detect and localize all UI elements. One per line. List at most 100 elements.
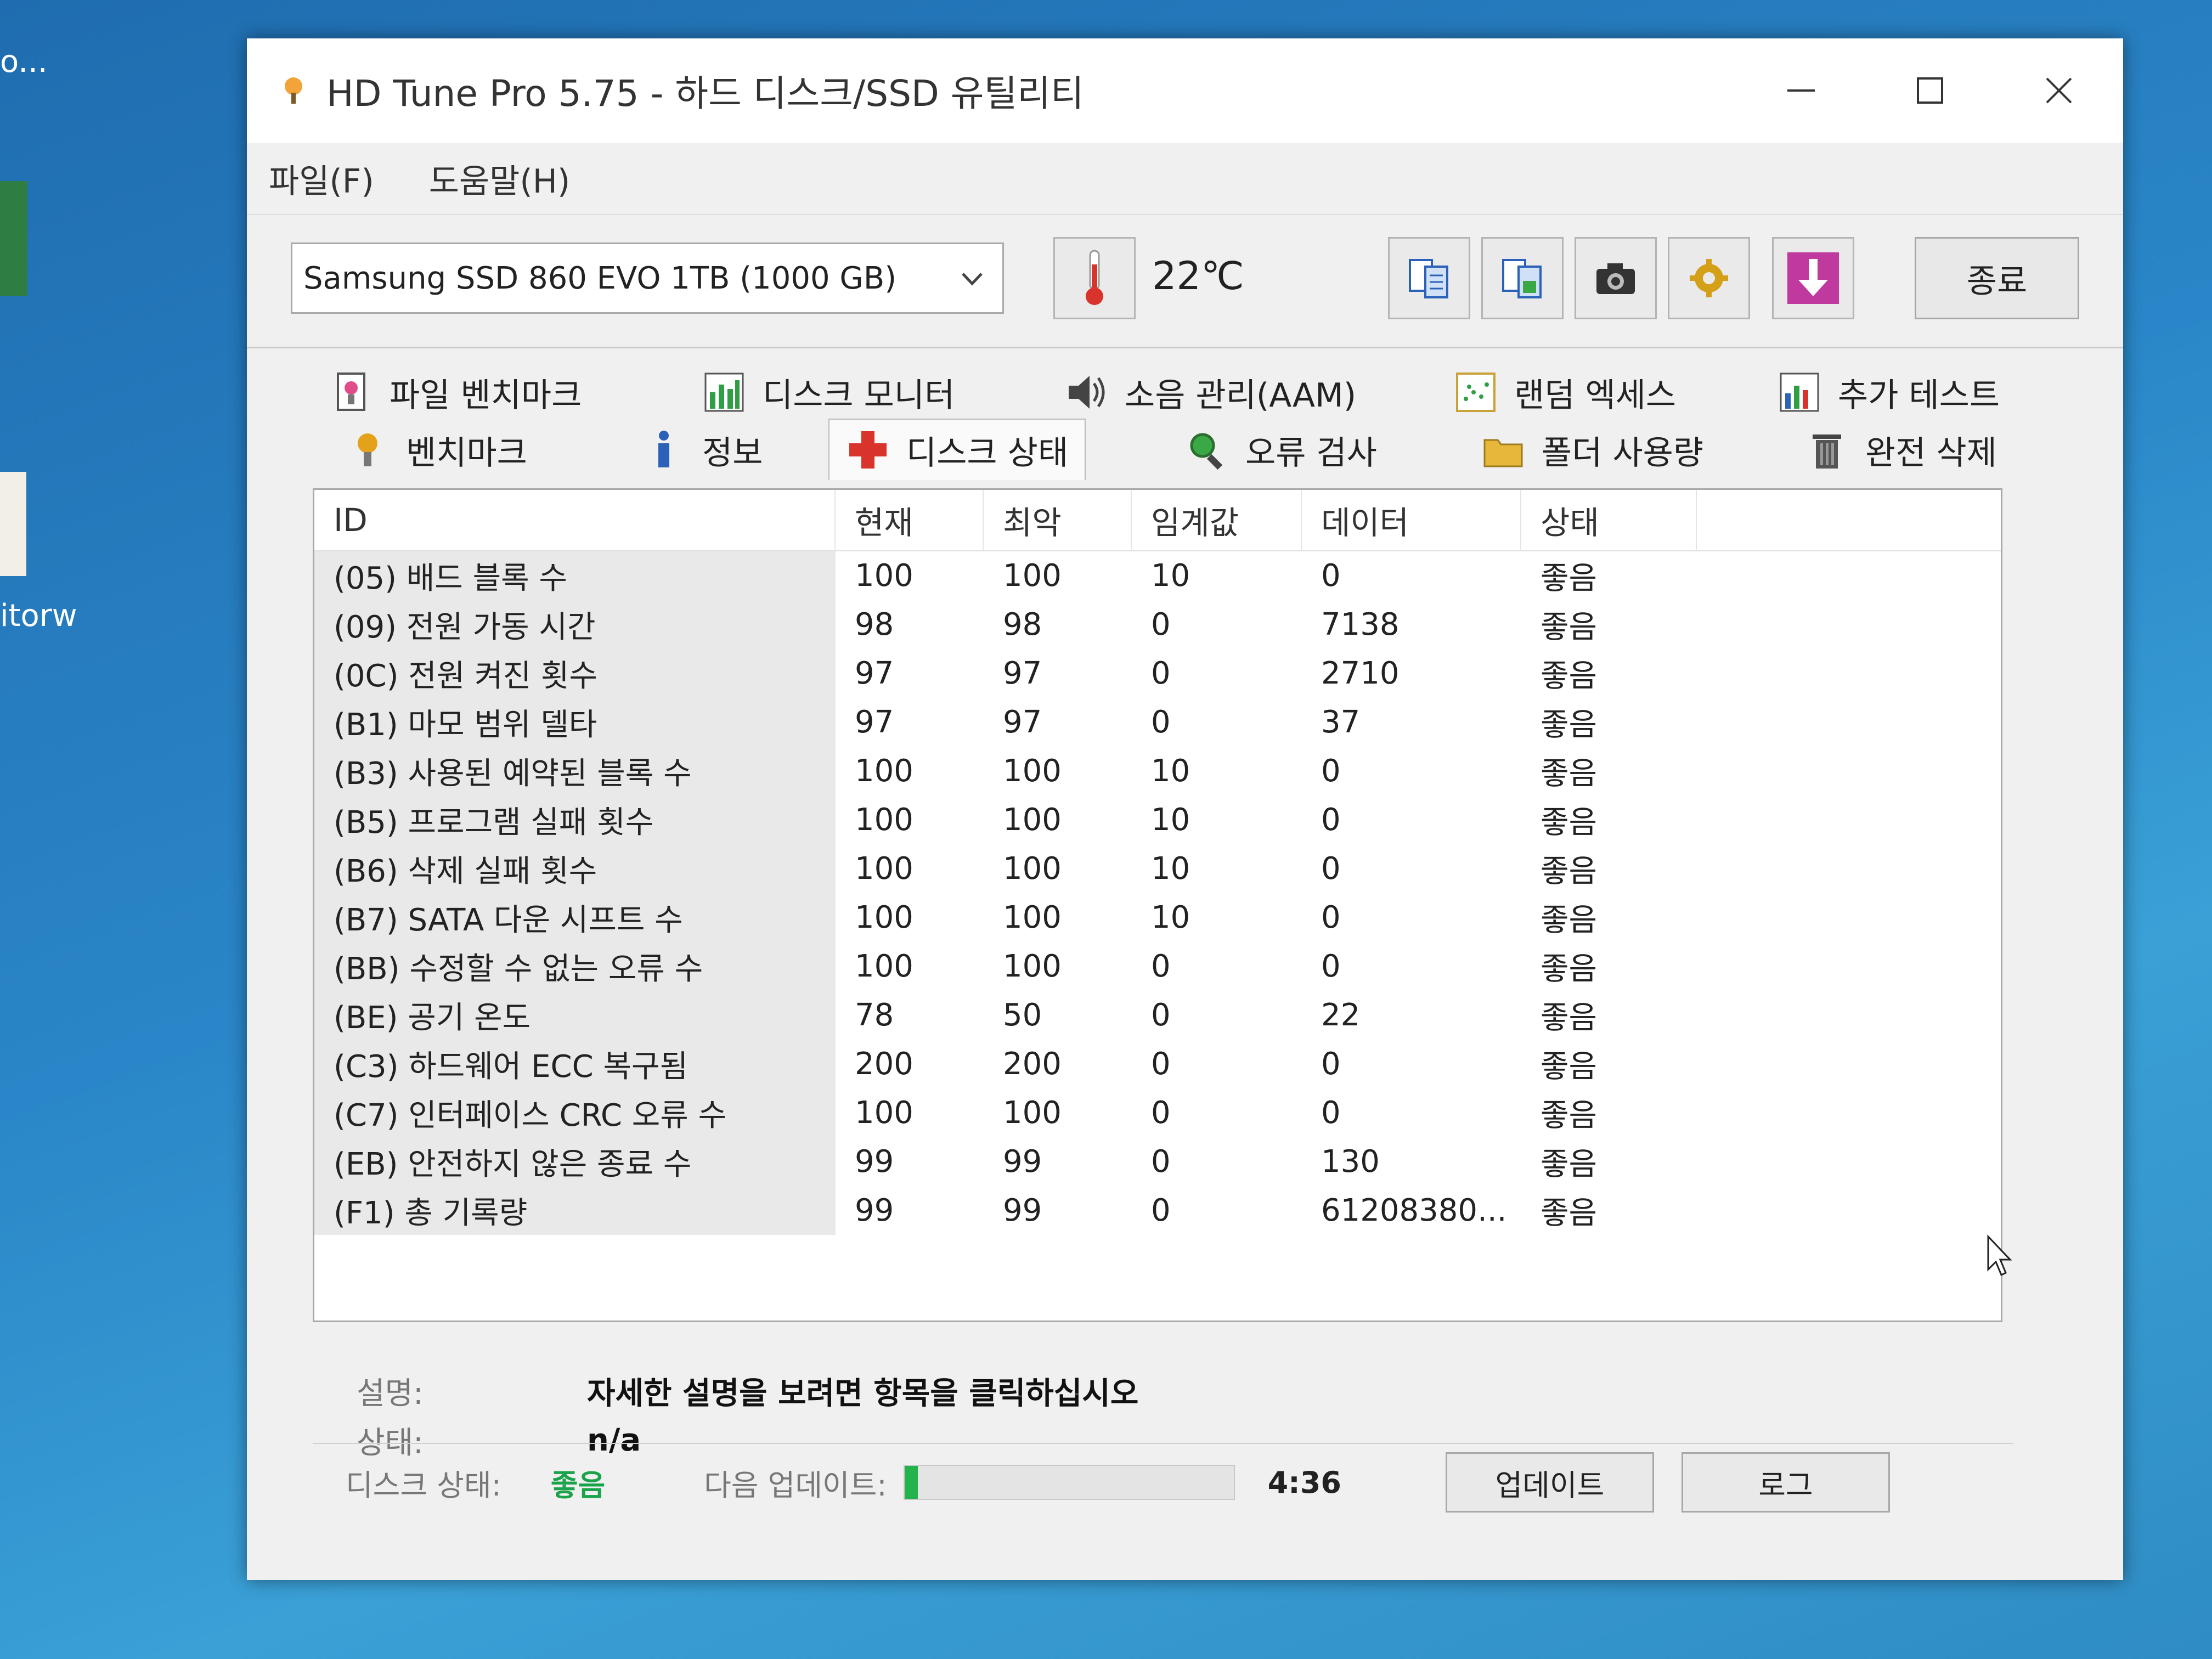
- cell-id: (C7) 인터페이스 CRC 오류 수: [314, 1088, 836, 1137]
- table-row[interactable]: (BB) 수정할 수 없는 오류 수 100 100 0 0 좋음: [314, 942, 2001, 991]
- health-panel: ID 현재 최악 임계값 데이터 상태 (05) 배드 블록 수 100 100 10…: [313, 488, 2068, 1520]
- table-row[interactable]: (09) 전원 가동 시간 98 98 0 7138 좋음: [314, 600, 2001, 649]
- cell-status: 좋음: [1541, 561, 1598, 596]
- col-current[interactable]: 현재: [836, 490, 984, 550]
- cell-current: 100: [855, 753, 913, 789]
- mouse-cursor-icon: [1987, 1234, 2012, 1277]
- tab-label: 추가 테스트: [1838, 376, 2000, 415]
- cell-current: 78: [855, 997, 894, 1033]
- table-header: ID 현재 최악 임계값 데이터 상태: [314, 490, 2001, 551]
- update-progress-fill: [904, 1466, 918, 1499]
- tab-label: 완전 삭제: [1865, 433, 1997, 472]
- maximize-icon: [1916, 77, 1943, 104]
- cell-threshold: 10: [1151, 753, 1190, 789]
- tab-erase[interactable]: 완전 삭제: [1805, 422, 1997, 477]
- tab-label: 오류 검사: [1245, 433, 1377, 472]
- col-threshold[interactable]: 임계값: [1132, 490, 1302, 550]
- drive-select-value: Samsung SSD 860 EVO 1TB (1000 GB): [303, 260, 897, 296]
- thermometer-icon: [1086, 250, 1103, 305]
- tab-disk-monitor[interactable]: 디스크 모니터: [702, 365, 955, 420]
- cell-threshold: 0: [1151, 1193, 1171, 1228]
- cell-current: 100: [855, 558, 913, 594]
- desktop-file-icon[interactable]: [0, 472, 26, 576]
- cell-status: 좋음: [1541, 1098, 1598, 1133]
- cell-id: (05) 배드 블록 수: [314, 551, 836, 600]
- tab-random-access[interactable]: 랜덤 엑세스: [1454, 365, 1676, 420]
- cell-data: 2710: [1321, 656, 1400, 691]
- cell-current: 200: [855, 1046, 913, 1082]
- log-button[interactable]: 로그: [1681, 1452, 1890, 1513]
- exit-button-label: 종료: [1966, 262, 2028, 301]
- cell-data: 0: [1321, 1046, 1341, 1082]
- cell-current: 98: [855, 607, 894, 642]
- col-id[interactable]: ID: [314, 490, 836, 550]
- extra-tests-icon: [1780, 373, 1819, 412]
- health-cross-icon: [849, 431, 887, 469]
- exit-button[interactable]: 종료: [1915, 237, 2079, 319]
- cell-data: 0: [1321, 851, 1341, 887]
- cell-threshold: 0: [1151, 949, 1171, 984]
- maximize-button[interactable]: [1865, 38, 1994, 143]
- copy-screenshot-icon: [1502, 259, 1542, 298]
- table-row[interactable]: (C3) 하드웨어 ECC 복구됨 200 200 0 0 좋음: [314, 1040, 2001, 1088]
- table-row[interactable]: (B1) 마모 범위 델타 97 97 0 37 좋음: [314, 698, 2001, 747]
- screenshot-button[interactable]: [1575, 237, 1657, 319]
- cell-worst: 99: [1003, 1193, 1042, 1228]
- cell-worst: 100: [1003, 558, 1062, 594]
- tab-health[interactable]: 디스크 상태: [828, 419, 1086, 480]
- tab-file-benchmark[interactable]: 파일 벤치마크: [329, 365, 582, 420]
- tab-benchmark[interactable]: 벤치마크: [346, 422, 527, 477]
- tab-info[interactable]: 정보: [642, 422, 763, 477]
- col-worst[interactable]: 최악: [984, 490, 1132, 550]
- menu-file[interactable]: 파일(F): [269, 155, 374, 202]
- table-body: (05) 배드 블록 수 100 100 10 0 좋음 (09) 전원 가동 시간 98 98…: [314, 551, 2001, 1235]
- tab-extra-tests[interactable]: 추가 테스트: [1778, 365, 2000, 420]
- table-row[interactable]: (BE) 공기 온도 78 50 0 22 좋음: [314, 991, 2001, 1040]
- tab-aam[interactable]: 소음 관리(AAM): [1064, 365, 1356, 420]
- col-status[interactable]: 상태: [1521, 490, 1697, 550]
- folder-icon: [1483, 439, 1523, 467]
- cell-id: (BE) 공기 온도: [314, 991, 836, 1040]
- minimize-button[interactable]: [1736, 38, 1865, 143]
- cell-data: 61208380...: [1321, 1193, 1507, 1228]
- table-row[interactable]: (B7) SATA 다운 시프트 수 100 100 10 0 좋음: [314, 893, 2001, 942]
- tab-error-scan[interactable]: 오류 검사: [1185, 422, 1377, 477]
- cell-worst: 100: [1003, 851, 1062, 887]
- cell-current: 97: [855, 704, 894, 740]
- temperature-button[interactable]: [1053, 237, 1136, 319]
- close-button[interactable]: [1994, 38, 2123, 143]
- minimize-icon: [1787, 89, 1815, 92]
- table-row[interactable]: (F1) 총 기록량 99 99 0 61208380... 좋음: [314, 1186, 2001, 1235]
- update-button[interactable]: 업데이트: [1445, 1452, 1654, 1513]
- options-button[interactable]: [1668, 237, 1750, 319]
- cell-threshold: 0: [1151, 1095, 1171, 1131]
- cell-threshold: 0: [1151, 656, 1171, 691]
- drive-select[interactable]: Samsung SSD 860 EVO 1TB (1000 GB): [291, 242, 1004, 314]
- log-button-label: 로그: [1758, 1468, 1813, 1503]
- table-row[interactable]: (0C) 전원 켜진 횟수 97 97 0 2710 좋음: [314, 649, 2001, 698]
- tab-folder-usage[interactable]: 폴더 사용량: [1481, 422, 1703, 477]
- save-button[interactable]: [1772, 237, 1854, 319]
- table-row[interactable]: (C7) 인터페이스 CRC 오류 수 100 100 0 0 좋음: [314, 1088, 2001, 1137]
- cell-data: 0: [1321, 558, 1341, 594]
- copy-screenshot-button[interactable]: [1481, 237, 1564, 319]
- cell-id: (09) 전원 가동 시간: [314, 600, 836, 649]
- smart-table[interactable]: ID 현재 최악 임계값 데이터 상태 (05) 배드 블록 수 100 100 10…: [313, 488, 2002, 1322]
- copy-text-button[interactable]: [1388, 237, 1470, 319]
- cell-threshold: 0: [1151, 607, 1171, 642]
- cell-worst: 99: [1003, 1144, 1042, 1180]
- menu-help[interactable]: 도움말(H): [429, 155, 571, 202]
- table-row[interactable]: (B6) 삭제 실패 횟수 100 100 10 0 좋음: [314, 844, 2001, 893]
- cell-data: 0: [1321, 802, 1341, 838]
- table-row[interactable]: (B5) 프로그램 실패 횟수 100 100 10 0 좋음: [314, 795, 2001, 844]
- table-row[interactable]: (B3) 사용된 예약된 블록 수 100 100 10 0 좋음: [314, 747, 2001, 795]
- camera-icon: [1596, 263, 1635, 294]
- table-row[interactable]: (05) 배드 블록 수 100 100 10 0 좋음: [314, 551, 2001, 600]
- table-row[interactable]: (EB) 안전하지 않은 종료 수 99 99 0 130 좋음: [314, 1137, 2001, 1186]
- desktop-icon[interactable]: [0, 181, 27, 296]
- toolbar: Samsung SSD 860 EVO 1TB (1000 GB) 22℃ 종료: [247, 215, 2123, 348]
- cell-status: 좋음: [1541, 1147, 1598, 1182]
- title-bar[interactable]: HD Tune Pro 5.75 - 하드 디스크/SSD 유틸리티: [247, 38, 2123, 143]
- cell-worst: 100: [1003, 753, 1062, 789]
- col-data[interactable]: 데이터: [1302, 490, 1521, 550]
